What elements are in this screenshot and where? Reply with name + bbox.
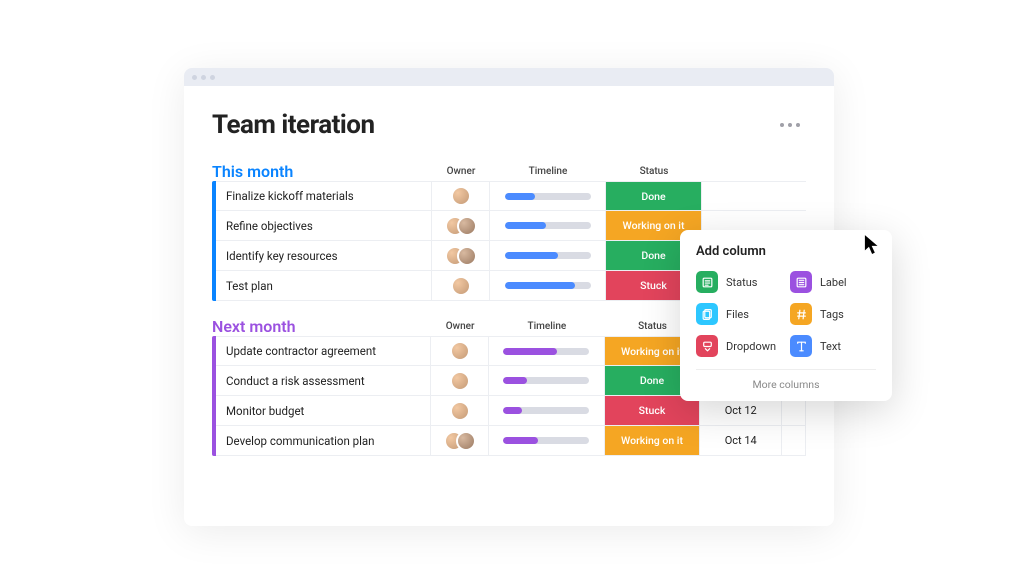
owner-cell[interactable] bbox=[431, 426, 489, 455]
group-title[interactable]: Next month bbox=[212, 317, 431, 336]
avatar[interactable] bbox=[457, 246, 477, 266]
col-header-owner[interactable]: Owner bbox=[431, 321, 489, 332]
avatar[interactable] bbox=[451, 276, 471, 296]
timeline-cell[interactable] bbox=[490, 211, 606, 240]
avatar[interactable] bbox=[457, 216, 477, 236]
column-type-label: Dropdown bbox=[726, 340, 776, 353]
column-type-files[interactable]: Files bbox=[696, 303, 782, 325]
window-titlebar bbox=[184, 68, 834, 86]
popover-title: Add column bbox=[696, 244, 876, 259]
task-name-cell[interactable]: Identify key resources bbox=[216, 241, 432, 270]
task-name-cell[interactable]: Finalize kickoff materials bbox=[216, 182, 432, 210]
owner-cell[interactable] bbox=[432, 211, 490, 240]
column-type-status[interactable]: Status bbox=[696, 271, 782, 293]
column-type-tags[interactable]: Tags bbox=[790, 303, 876, 325]
task-name-cell[interactable]: Conduct a risk assessment bbox=[216, 366, 431, 395]
column-type-text[interactable]: Text bbox=[790, 335, 876, 357]
group-title[interactable]: This month bbox=[212, 162, 432, 181]
avatar[interactable] bbox=[450, 341, 470, 361]
avatar[interactable] bbox=[456, 431, 476, 451]
text-icon bbox=[790, 335, 812, 357]
col-header-timeline[interactable]: Timeline bbox=[489, 321, 605, 332]
owner-cell[interactable] bbox=[431, 366, 489, 395]
dropdown-icon bbox=[696, 335, 718, 357]
task-name-cell[interactable]: Develop communication plan bbox=[216, 426, 431, 455]
task-name-cell[interactable]: Test plan bbox=[216, 271, 432, 300]
owner-cell[interactable] bbox=[432, 241, 490, 270]
column-type-label: Status bbox=[726, 276, 757, 289]
tags-icon bbox=[790, 303, 812, 325]
column-type-label[interactable]: Label bbox=[790, 271, 876, 293]
files-icon bbox=[696, 303, 718, 325]
col-header-status[interactable]: Status bbox=[606, 166, 702, 177]
date-cell[interactable]: Oct 14 bbox=[700, 426, 782, 455]
timeline-cell[interactable] bbox=[490, 271, 606, 300]
column-type-label: Label bbox=[820, 276, 847, 289]
col-header-timeline[interactable]: Timeline bbox=[490, 166, 606, 177]
avatar[interactable] bbox=[451, 186, 471, 206]
col-header-owner[interactable]: Owner bbox=[432, 166, 490, 177]
owner-cell[interactable] bbox=[432, 271, 490, 300]
table-row[interactable]: Finalize kickoff materials Done bbox=[216, 181, 806, 211]
board-title: Team iteration bbox=[212, 110, 375, 140]
status-icon bbox=[696, 271, 718, 293]
avatar[interactable] bbox=[450, 401, 470, 421]
timeline-cell[interactable] bbox=[489, 396, 605, 425]
owner-cell[interactable] bbox=[432, 182, 490, 210]
empty-cell bbox=[782, 426, 806, 455]
owner-cell[interactable] bbox=[431, 337, 489, 365]
timeline-cell[interactable] bbox=[489, 337, 605, 365]
owner-cell[interactable] bbox=[431, 396, 489, 425]
timeline-cell[interactable] bbox=[490, 182, 606, 210]
column-type-label: Text bbox=[820, 340, 841, 353]
timeline-cell[interactable] bbox=[489, 366, 605, 395]
timeline-cell[interactable] bbox=[489, 426, 605, 455]
task-name-cell[interactable]: Monitor budget bbox=[216, 396, 431, 425]
column-type-dropdown[interactable]: Dropdown bbox=[696, 335, 782, 357]
label-icon bbox=[790, 271, 812, 293]
column-type-label: Files bbox=[726, 308, 749, 321]
status-cell[interactable]: Working on it bbox=[605, 426, 701, 455]
avatar[interactable] bbox=[450, 371, 470, 391]
board-more-menu[interactable] bbox=[774, 117, 806, 133]
timeline-cell[interactable] bbox=[490, 241, 606, 270]
more-columns-link[interactable]: More columns bbox=[696, 369, 876, 391]
column-type-label: Tags bbox=[820, 308, 844, 321]
task-name-cell[interactable]: Refine objectives bbox=[216, 211, 432, 240]
status-cell[interactable]: Done bbox=[606, 182, 702, 210]
add-column-popover: Add column Status Label Files Tags Dropdown T… bbox=[680, 230, 892, 401]
task-name-cell[interactable]: Update contractor agreement bbox=[216, 337, 431, 365]
table-row[interactable]: Develop communication plan Working on itO… bbox=[216, 426, 806, 456]
